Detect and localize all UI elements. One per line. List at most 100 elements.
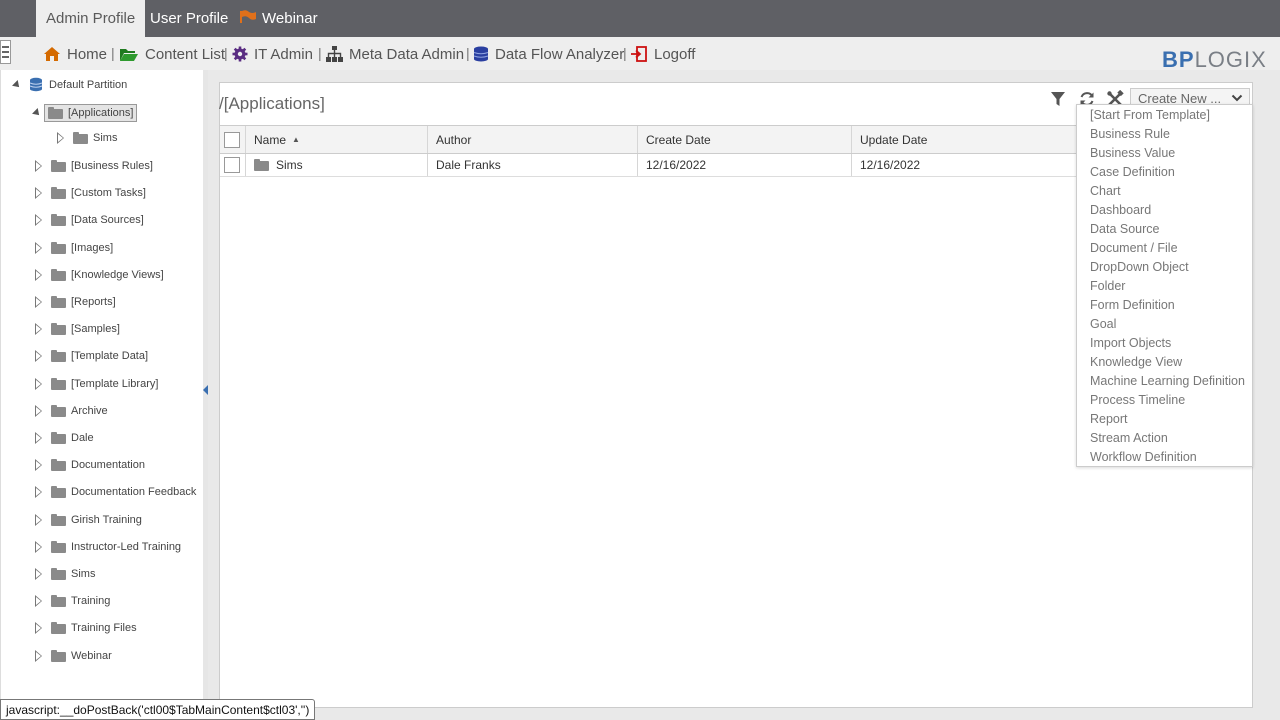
tree-node-label: Sims — [71, 568, 96, 580]
row-checkbox[interactable] — [224, 157, 240, 173]
tree-node[interactable]: Webinar — [33, 647, 112, 665]
tree-node[interactable]: [Custom Tasks] — [33, 184, 146, 202]
tab-user-profile[interactable]: User Profile — [150, 0, 228, 37]
menu-toggle-icon[interactable] — [0, 40, 11, 64]
menu-item[interactable]: Data Source — [1090, 222, 1159, 236]
menu-item[interactable]: Form Definition — [1090, 298, 1175, 312]
menu-item[interactable]: Import Objects — [1090, 336, 1171, 350]
tree-node[interactable]: [Template Data] — [33, 347, 148, 365]
menu-item[interactable]: Knowledge View — [1090, 355, 1182, 369]
nav-it-admin[interactable]: IT Admin — [232, 44, 313, 64]
nav-meta-data-admin[interactable]: Meta Data Admin — [326, 44, 464, 64]
menu-item[interactable]: Case Definition — [1090, 165, 1175, 179]
column-header-create-date[interactable]: Create Date — [638, 126, 852, 153]
tree-node[interactable]: [Template Library] — [33, 375, 158, 393]
expand-arrow-icon[interactable] — [33, 513, 43, 526]
menu-item[interactable]: Report — [1090, 412, 1128, 426]
expand-arrow-icon[interactable] — [33, 350, 43, 363]
gear-icon — [232, 46, 248, 62]
menu-item[interactable]: Workflow Definition — [1090, 450, 1197, 464]
nav-home-label: Home — [67, 45, 108, 63]
expand-arrow-icon[interactable] — [32, 108, 42, 118]
tab-webinar[interactable]: Webinar — [240, 0, 318, 37]
column-header-update-date[interactable]: Update Date — [852, 126, 1076, 153]
menu-item[interactable]: Business Rule — [1090, 127, 1170, 141]
column-header-author[interactable]: Author — [428, 126, 638, 153]
tree-node[interactable]: Girish Training — [33, 511, 142, 529]
expand-arrow-icon[interactable] — [33, 323, 43, 336]
menu-item[interactable]: [Start From Template] — [1090, 108, 1210, 122]
menu-item[interactable]: Business Value — [1090, 146, 1175, 160]
nav-logoff[interactable]: Logoff — [630, 44, 695, 64]
tree-node[interactable]: [Business Rules] — [33, 157, 153, 175]
expand-arrow-icon[interactable] — [33, 649, 43, 662]
nav-logoff-label: Logoff — [654, 45, 696, 63]
expand-arrow-icon[interactable] — [33, 241, 43, 254]
tree-node-label: Archive — [71, 404, 108, 417]
tree-root[interactable]: Default Partition — [12, 77, 127, 92]
tree-node[interactable]: Training Files — [33, 619, 137, 637]
tree-node[interactable]: [Samples] — [33, 320, 120, 338]
cell-update-date: 12/16/2022 — [860, 158, 921, 172]
expand-arrow-icon[interactable] — [33, 568, 43, 580]
cell-name[interactable]: Sims — [246, 154, 428, 176]
expand-arrow-icon[interactable] — [33, 595, 43, 608]
tab-admin-profile[interactable]: Admin Profile — [36, 0, 146, 37]
menu-item[interactable]: Dashboard — [1090, 203, 1151, 217]
expand-arrow-icon[interactable] — [33, 160, 43, 172]
nav-separator: | — [111, 45, 115, 61]
tree-node[interactable]: [Reports] — [33, 293, 116, 311]
expand-arrow-icon[interactable] — [33, 268, 43, 281]
menu-item[interactable]: DropDown Object — [1090, 260, 1189, 274]
nav-content-list[interactable]: Content List — [119, 44, 225, 64]
expand-arrow-icon[interactable] — [33, 459, 43, 472]
expand-arrow-icon[interactable] — [33, 187, 43, 200]
menu-item[interactable]: Chart — [1090, 184, 1121, 198]
expand-arrow-icon[interactable] — [33, 214, 43, 227]
column-header-name[interactable]: Name ▲ — [246, 126, 428, 153]
logoff-icon — [631, 46, 647, 62]
expand-arrow-icon[interactable] — [12, 79, 22, 90]
folder-icon — [51, 350, 66, 363]
filter-icon[interactable] — [1049, 90, 1067, 108]
tree-node[interactable]: Sims — [33, 565, 95, 583]
tree-node-label: [Template Library] — [71, 377, 159, 390]
expand-arrow-icon[interactable] — [33, 486, 43, 499]
tree-node-applications[interactable]: [Applications] — [32, 101, 138, 125]
tree-node[interactable]: Documentation Feedback — [33, 483, 196, 501]
cell-name-label[interactable]: Sims — [276, 158, 303, 172]
expand-arrow-icon[interactable] — [55, 132, 65, 144]
menu-item[interactable]: Goal — [1090, 317, 1116, 331]
expand-arrow-icon[interactable] — [33, 540, 43, 553]
select-all-cell — [220, 126, 246, 153]
panel-splitter[interactable] — [203, 70, 208, 720]
tree-node-label: Training Files — [71, 622, 137, 635]
tree-node[interactable]: Archive — [33, 402, 108, 420]
expand-arrow-icon[interactable] — [33, 377, 43, 390]
nav-home[interactable]: Home — [43, 44, 107, 64]
expand-arrow-icon[interactable] — [33, 432, 43, 444]
tree-node[interactable]: Dale — [33, 429, 94, 447]
menu-item[interactable]: Process Timeline — [1090, 393, 1185, 407]
menu-item[interactable]: Stream Action — [1090, 431, 1168, 445]
expand-arrow-icon[interactable] — [33, 296, 43, 308]
tree-node[interactable]: Documentation — [33, 456, 145, 474]
tree-node-label: Documentation — [71, 459, 145, 472]
nav-data-flow-analyzer[interactable]: Data Flow Analyzer — [473, 44, 624, 64]
menu-item[interactable]: Machine Learning Definition — [1090, 374, 1245, 388]
menu-item[interactable]: Folder — [1090, 279, 1125, 293]
collapse-arrow-icon[interactable] — [203, 385, 208, 395]
menu-item[interactable]: Document / File — [1090, 241, 1178, 255]
folder-icon — [51, 649, 66, 662]
select-all-checkbox[interactable] — [224, 131, 240, 148]
tree-node[interactable]: [Data Sources] — [33, 211, 144, 229]
tree-node[interactable]: [Knowledge Views] — [33, 266, 164, 284]
tree-node[interactable]: Training — [33, 592, 110, 610]
tree-node-sims-child[interactable]: Sims — [55, 129, 117, 147]
expand-arrow-icon[interactable] — [33, 404, 43, 417]
expand-arrow-icon[interactable] — [33, 622, 43, 635]
table-row[interactable]: Sims Dale Franks 12/16/2022 12/16/2022 — [220, 154, 1076, 177]
tree-node[interactable]: Instructor-Led Training — [33, 538, 181, 556]
tree-node[interactable]: [Images] — [33, 239, 113, 257]
page-title: /[Applications] — [219, 94, 325, 113]
